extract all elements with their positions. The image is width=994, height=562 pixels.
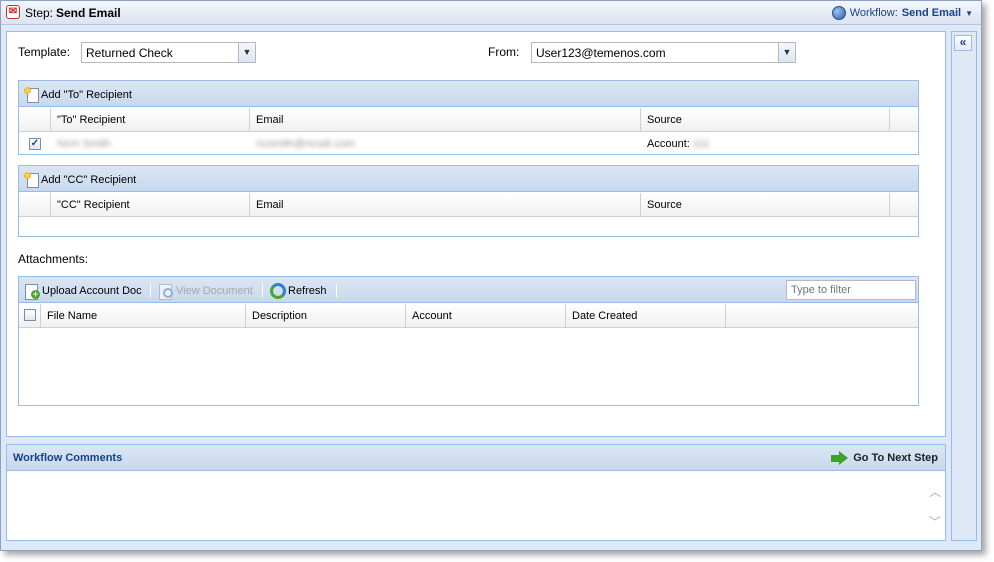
add-recipient-icon [24, 87, 39, 103]
column-header-file-name[interactable]: File Name [41, 304, 246, 328]
cc-grid-toolbar: Add "CC" Recipient [19, 166, 918, 192]
column-header-source[interactable]: Source [641, 193, 890, 217]
view-document-button[interactable]: View Document [158, 282, 253, 300]
expand-panel-icon[interactable]: « [954, 35, 972, 51]
toolbar-separator [262, 284, 263, 297]
upload-label: Upload Account Doc [42, 284, 142, 297]
workflow-menu[interactable]: Workflow: Send Email ▼ [831, 4, 973, 22]
scroll-up-icon[interactable]: ︿ [929, 486, 941, 498]
select-column-header [19, 108, 51, 132]
to-recipients-grid: Add "To" Recipient "To" Recipient Email … [18, 80, 919, 155]
upload-account-doc-button[interactable]: Upload Account Doc [24, 282, 142, 300]
toolbar-separator [336, 284, 337, 297]
template-label: Template: [18, 45, 71, 59]
toolbar-separator [150, 284, 151, 297]
source-value: 111 [692, 138, 710, 150]
column-header-source[interactable]: Source [641, 108, 890, 132]
add-cc-recipient-label: Add "CC" Recipient [41, 173, 137, 186]
column-header-description[interactable]: Description [246, 304, 406, 328]
select-all-checkbox[interactable] [24, 309, 36, 321]
column-header-email[interactable]: Email [250, 108, 641, 132]
scroll-down-icon[interactable]: ﹀ [929, 516, 941, 528]
attachments-grid-header: File Name Description Account Date Creat… [19, 304, 918, 328]
refresh-label: Refresh [288, 284, 327, 297]
chevron-down-icon[interactable]: ▼ [238, 43, 255, 62]
go-to-next-step-button[interactable]: Go To Next Step [831, 449, 938, 467]
step-prefix: Step: [25, 6, 54, 20]
column-header-email[interactable]: Email [250, 193, 641, 217]
column-header-date-created[interactable]: Date Created [566, 304, 726, 328]
add-to-recipient-label: Add "To" Recipient [41, 88, 132, 101]
send-email-window: ✉ Step: Send Email Workflow: Send Email … [0, 0, 982, 551]
refresh-button[interactable]: Refresh [270, 282, 327, 299]
comments-textarea[interactable] [7, 472, 925, 540]
filter-input[interactable] [786, 280, 916, 300]
add-cc-recipient-button[interactable]: Add "CC" Recipient [24, 171, 136, 188]
template-value: Returned Check [86, 46, 173, 60]
column-header-recipient[interactable]: "To" Recipient [51, 108, 250, 132]
titlebar: ✉ Step: Send Email Workflow: Send Email … [1, 1, 981, 25]
next-step-label: Go To Next Step [853, 452, 938, 464]
select-column-header [19, 193, 51, 217]
arrow-right-icon [831, 450, 849, 466]
upload-icon [24, 283, 40, 300]
add-recipient-icon [24, 172, 39, 188]
comments-header: Workflow Comments Go To Next Step [7, 445, 945, 471]
caret-down-icon: ▼ [965, 8, 973, 18]
template-select[interactable]: Returned Check ▼ [81, 42, 256, 63]
attachments-grid: Upload Account Doc View Document Refresh [18, 276, 919, 406]
chevron-down-icon[interactable]: ▼ [778, 43, 795, 62]
table-row[interactable]: ✓ Ncm Smith ncsmith@ncsdr.com Account: 1… [19, 133, 918, 155]
recipient-cell: Ncm Smith [57, 138, 111, 150]
refresh-icon [270, 282, 286, 299]
source-prefix: Account: [647, 138, 690, 150]
globe-icon [831, 6, 846, 20]
from-value: User123@temenos.com [536, 46, 666, 60]
row-checkbox[interactable]: ✓ [29, 138, 41, 150]
to-grid-header: "To" Recipient Email Source [19, 108, 918, 132]
to-grid-toolbar: Add "To" Recipient [19, 81, 918, 107]
view-document-icon [158, 283, 174, 300]
column-header-account[interactable]: Account [406, 304, 566, 328]
attachments-label: Attachments: [18, 252, 89, 266]
email-cell: ncsmith@ncsdr.com [256, 138, 356, 150]
column-header-cc-recipient[interactable]: "CC" Recipient [51, 193, 250, 217]
workflow-name: Send Email [901, 7, 962, 19]
add-to-recipient-button[interactable]: Add "To" Recipient [24, 86, 132, 103]
comments-title: Workflow Comments [13, 452, 123, 464]
attachments-toolbar: Upload Account Doc View Document Refresh [19, 277, 918, 303]
comments-scrollbar[interactable]: ︿ ﹀ [925, 472, 945, 540]
step-icon: ✉ [6, 5, 20, 19]
from-select[interactable]: User123@temenos.com ▼ [531, 42, 796, 63]
main-panel: Template: Returned Check ▼ From: User123… [6, 31, 946, 437]
workflow-comments-panel: Workflow Comments Go To Next Step ︿ ﹀ [6, 444, 946, 541]
collapsed-side-panel: « [951, 31, 977, 541]
cc-grid-header: "CC" Recipient Email Source [19, 193, 918, 217]
select-all-column [19, 304, 41, 328]
step-name: Send Email [56, 6, 121, 20]
from-label: From: [488, 45, 520, 59]
source-cell: Account: 111 [641, 133, 710, 155]
view-document-label: View Document [176, 284, 253, 297]
workflow-prefix: Workflow: [849, 7, 898, 19]
cc-recipients-grid: Add "CC" Recipient "CC" Recipient Email … [18, 165, 919, 237]
